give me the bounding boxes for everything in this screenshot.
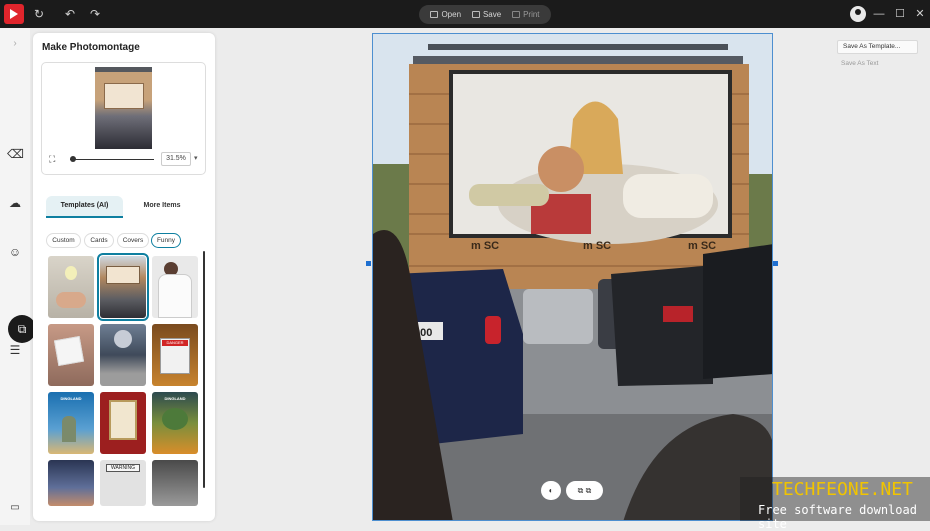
save-as-template-label: Save As Template... [843, 43, 901, 50]
watermark-subtitle: Free software download site [758, 503, 917, 531]
container-text-1: m SC [471, 240, 499, 252]
watermark-title: TECHFEONE.NET [772, 479, 913, 500]
preview-navigator: ⛶ 31.5% ▾ [41, 62, 206, 175]
template-tile[interactable] [152, 256, 198, 318]
template-tile[interactable]: DINGLAND [48, 392, 94, 454]
save-label: Save [482, 10, 502, 19]
eraser-icon[interactable]: ⌫ [7, 146, 24, 162]
zoom-value[interactable]: 31.5% [161, 152, 191, 166]
save-as-template-button[interactable]: Save As Template... [837, 40, 918, 54]
file-actions-group: Open Save Print [419, 5, 551, 24]
adjust-sliders-icon[interactable]: ☰ [7, 342, 23, 358]
zoom-slider[interactable] [70, 159, 154, 160]
tile-label: DINGLAND [164, 396, 186, 401]
weather-icon[interactable]: ☁ [7, 195, 23, 211]
filter-cards[interactable]: Cards [84, 233, 114, 248]
container-text-3: m SC [688, 240, 716, 252]
redo-icon[interactable]: ↷ [87, 6, 103, 22]
template-scrollbar[interactable] [203, 251, 205, 488]
tool-sidebar: › ⌫ ☁ ☺ ⧉ ☰ ▭ [0, 28, 36, 525]
portrait-icon[interactable]: ☺ [7, 244, 23, 260]
photomontage-panel: Make Photomontage ⛶ 31.5% ▾ Templates (A… [33, 33, 215, 521]
layer-order-icon[interactable]: ⧉ ⧉ [566, 481, 603, 500]
template-tile[interactable] [100, 392, 146, 454]
panel-title: Make Photomontage [42, 42, 140, 53]
maximize-icon[interactable]: ☐ [893, 6, 907, 22]
filter-funny[interactable]: Funny [151, 233, 181, 248]
template-tile[interactable]: WARNING [100, 460, 146, 506]
open-button[interactable]: Open [430, 10, 461, 19]
template-tile[interactable] [152, 460, 198, 506]
chevron-down-icon[interactable]: ▾ [194, 154, 198, 162]
container-text-2: m SC [583, 240, 611, 252]
tile-label: WARNING [106, 464, 140, 472]
printer-icon [512, 11, 521, 18]
zoom-slider-handle[interactable] [70, 156, 76, 162]
tab-templates-ai[interactable]: Templates (AI) [46, 196, 123, 218]
tile-label: DANGER [162, 340, 188, 346]
template-tile[interactable] [48, 460, 94, 506]
filter-custom[interactable]: Custom [46, 233, 81, 248]
title-bar: ↻ ↶ ↷ Open Save Print — ☐ ✕ [0, 0, 930, 28]
contrast-icon[interactable]: ◐ [541, 481, 561, 500]
filter-covers[interactable]: Covers [117, 233, 149, 248]
panel-toggle-icon[interactable]: ▭ [7, 500, 23, 516]
close-icon[interactable]: ✕ [913, 6, 927, 22]
resize-handle-right[interactable] [773, 261, 778, 266]
montage-image: m SC m SC m SC 900 [373, 34, 772, 520]
minimize-icon[interactable]: — [872, 6, 886, 22]
print-button[interactable]: Print [512, 10, 540, 19]
photomontage-tool-icon[interactable]: ⧉ [8, 315, 36, 343]
template-tile[interactable] [48, 256, 94, 318]
template-tile-selected[interactable] [97, 253, 149, 321]
resize-handle-left[interactable] [366, 261, 371, 266]
folder-icon [430, 11, 439, 18]
save-icon [471, 11, 480, 18]
preview-thumbnail[interactable] [95, 67, 152, 149]
template-tile[interactable] [48, 324, 94, 386]
template-tile[interactable]: DANGER [152, 324, 198, 386]
save-as-text-button[interactable]: Save As Text [841, 60, 878, 67]
app-logo-icon [4, 4, 24, 24]
undo-icon[interactable]: ↶ [62, 6, 78, 22]
fit-screen-icon[interactable]: ⛶ [49, 154, 55, 165]
tile-label: DINGLAND [60, 396, 82, 401]
chevron-right-icon[interactable]: › [7, 36, 23, 52]
save-button[interactable]: Save [471, 10, 502, 19]
open-label: Open [441, 10, 462, 19]
template-tile[interactable]: DINGLAND [152, 392, 198, 454]
print-label: Print [523, 10, 540, 19]
refresh-icon[interactable]: ↻ [31, 6, 47, 22]
main-photo-canvas[interactable]: m SC m SC m SC 900 [372, 33, 773, 521]
tab-more-items[interactable]: More Items [125, 196, 199, 218]
template-tile[interactable] [100, 324, 146, 386]
user-avatar-icon[interactable] [850, 6, 866, 22]
